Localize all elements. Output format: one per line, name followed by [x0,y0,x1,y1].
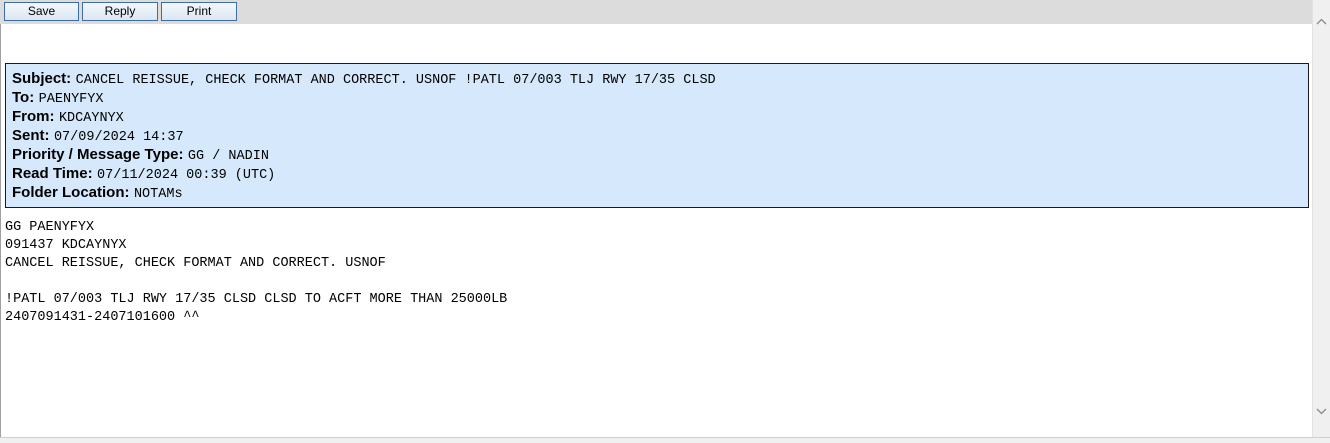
reply-button[interactable]: Reply [82,2,158,21]
to-value: PAENYFYX [38,92,104,107]
vertical-scrollbar[interactable] [1312,0,1330,437]
priority-row: Priority / Message Type: GG / NADIN [12,145,1308,164]
subject-label: Subject: [12,70,72,87]
save-button[interactable]: Save [4,2,79,21]
subject-row: Subject: CANCEL REISSUE, CHECK FORMAT AN… [12,69,1308,88]
toolbar: Save Reply Print [0,0,1312,24]
sent-row: Sent: 07/09/2024 14:37 [12,126,1308,145]
from-label: From: [12,108,55,125]
message-view: Subject: CANCEL REISSUE, CHECK FORMAT AN… [0,24,1312,437]
folder-value: NOTAMs [133,187,183,202]
message-body: GG PAENYFYX 091437 KDCAYNYX CANCEL REISS… [5,220,508,325]
subject-value: CANCEL REISSUE, CHECK FORMAT AND CORRECT… [75,73,716,88]
to-row: To: PAENYFYX [12,88,1308,107]
to-label: To: [12,89,35,106]
sent-value: 07/09/2024 14:37 [53,130,184,145]
window-bottom-edge [0,437,1330,443]
folder-label: Folder Location: [12,184,130,201]
read-time-row: Read Time: 07/11/2024 00:39 (UTC) [12,164,1308,183]
chevron-down-icon[interactable] [1313,404,1330,421]
read-time-value: 07/11/2024 00:39 (UTC) [97,168,276,183]
chevron-up-icon[interactable] [1313,14,1330,31]
priority-value: GG / NADIN [187,149,269,164]
message-header: Subject: CANCEL REISSUE, CHECK FORMAT AN… [5,63,1309,208]
sent-label: Sent: [12,127,50,144]
from-value: KDCAYNYX [58,111,124,126]
folder-row: Folder Location: NOTAMs [12,183,1308,202]
from-row: From: KDCAYNYX [12,107,1308,126]
priority-label: Priority / Message Type: [12,146,184,163]
read-time-label: Read Time: [12,165,93,182]
print-button[interactable]: Print [161,2,237,21]
